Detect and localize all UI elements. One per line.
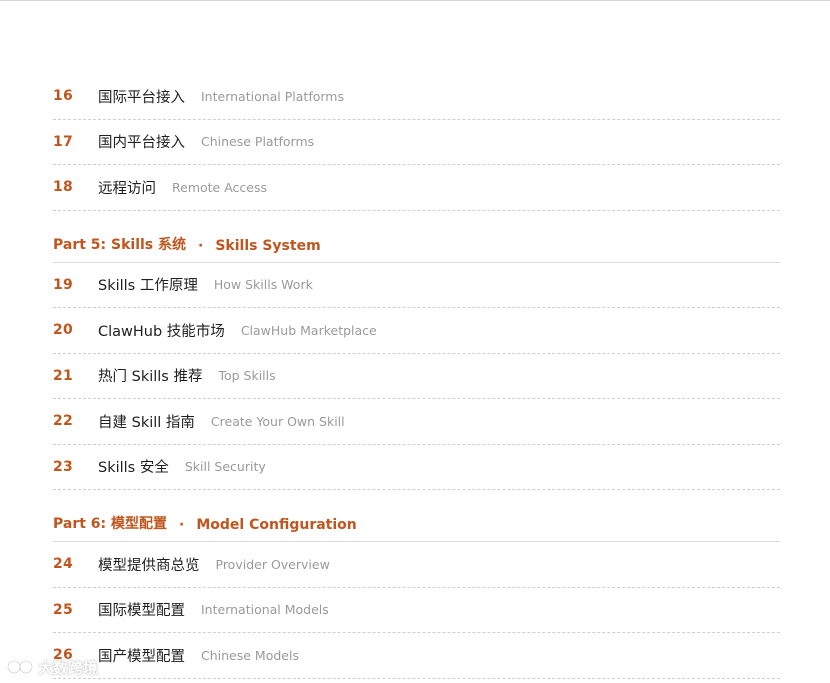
chapter-number: 18 (53, 179, 73, 196)
watermark-logo-icon (6, 658, 36, 676)
chapter-number: 20 (53, 322, 73, 339)
toc-row[interactable]: 20 ClawHub 技能市场 ClawHub Marketplace (53, 308, 780, 354)
watermark: 大数跨境 (6, 656, 98, 678)
chapter-title-zh: Skills 安全 (98, 460, 169, 477)
chapter-title-zh: 热门 Skills 推荐 (98, 369, 203, 386)
chapter-title-zh: 国际模型配置 (98, 603, 185, 620)
part-heading: Part 5: Skills 系统 · Skills System (53, 211, 780, 263)
chapter-number: 19 (53, 276, 73, 293)
chapter-title-zh: 模型提供商总览 (98, 557, 200, 574)
chapter-number: 17 (53, 133, 73, 150)
toc-row[interactable]: 23 Skills 安全 Skill Security (53, 445, 780, 490)
chapter-title-zh: 自建 Skill 指南 (98, 414, 195, 431)
separator-dot: · (179, 517, 185, 533)
chapter-title-zh: 国产模型配置 (98, 648, 185, 665)
separator-dot: · (198, 237, 204, 254)
table-of-contents: 16 国际平台接入 International Platforms 17 国内平台接入 C… (53, 74, 780, 679)
chapter-title-zh: 国际平台接入 (98, 89, 185, 106)
chapter-number: 16 (53, 88, 73, 105)
chapter-number: 22 (53, 413, 73, 430)
chapter-title-en: ClawHub Marketplace (240, 322, 377, 338)
part-title-en: Model Configuration (196, 517, 357, 533)
part-heading: Part 6: 模型配置 · Model Configuration (53, 490, 780, 542)
chapter-title-en: Chinese Platforms (201, 134, 315, 150)
toc-row[interactable]: 24 模型提供商总览 Provider Overview (53, 542, 780, 588)
toc-row[interactable]: 16 国际平台接入 International Platforms (53, 74, 780, 120)
toc-row[interactable]: 18 远程访问 Remote Access (53, 165, 780, 211)
toc-row[interactable]: 17 国内平台接入 Chinese Platforms (53, 120, 780, 165)
toc-row[interactable]: 22 自建 Skill 指南 Create Your Own Skill (53, 399, 780, 445)
part-title-en: Skills System (215, 237, 321, 254)
part-label: Part 5: Skills 系统 (53, 236, 187, 253)
chapter-title-en: Chinese Models (201, 647, 299, 663)
toc-row[interactable]: 19 Skills 工作原理 How Skills Work (53, 263, 780, 308)
top-rule (0, 0, 830, 1)
chapter-title-en: Create Your Own Skill (210, 413, 345, 429)
chapter-number: 25 (53, 601, 73, 618)
part-label: Part 6: 模型配置 (53, 516, 168, 532)
chapter-title-en: Provider Overview (215, 556, 330, 572)
chapter-title-en: International Models (201, 602, 329, 618)
toc-row[interactable]: 25 国际模型配置 International Models (53, 588, 780, 633)
chapter-title-zh: 远程访问 (98, 180, 156, 197)
chapter-title-en: Remote Access (172, 179, 267, 195)
chapter-title-en: Skill Security (184, 459, 266, 475)
watermark-text: 大数跨境 (38, 658, 99, 677)
toc-row[interactable]: 26 国产模型配置 Chinese Models (53, 633, 780, 679)
toc-row[interactable]: 21 热门 Skills 推荐 Top Skills (53, 354, 780, 399)
chapter-number: 24 (53, 556, 73, 573)
chapter-number: 21 (53, 367, 73, 384)
chapter-title-zh: ClawHub 技能市场 (98, 323, 225, 340)
chapter-title-zh: Skills 工作原理 (98, 278, 198, 295)
chapter-title-en: International Platforms (201, 88, 344, 104)
chapter-title-en: How Skills Work (213, 277, 313, 293)
chapter-title-en: Top Skills (218, 368, 276, 384)
chapter-number: 23 (53, 458, 73, 475)
chapter-title-zh: 国内平台接入 (98, 135, 185, 152)
